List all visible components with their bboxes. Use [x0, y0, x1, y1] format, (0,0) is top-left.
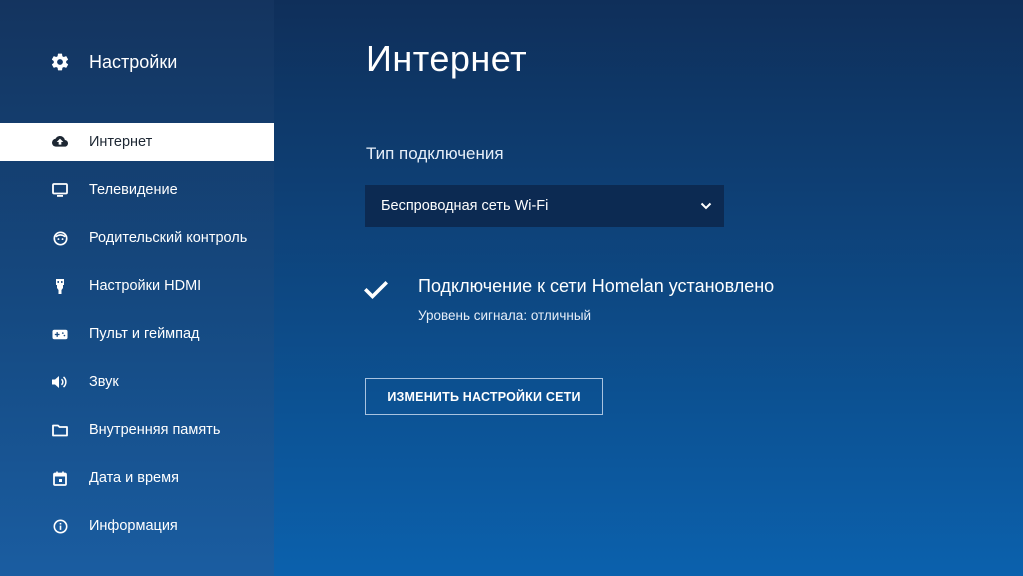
gear-icon [50, 52, 70, 72]
sidebar-item-remote-gamepad[interactable]: Пульт и геймпад [0, 315, 274, 353]
connection-type-label: Тип подключения [366, 144, 504, 163]
folder-icon [52, 422, 68, 438]
calendar-icon [52, 470, 68, 486]
hdmi-icon [52, 278, 68, 294]
sidebar-item-label: Интернет [89, 134, 153, 150]
sidebar: Настройки Интернет Телевидение Родительс… [0, 0, 274, 576]
connection-type-value: Беспроводная сеть Wi-Fi [381, 198, 549, 214]
tv-icon [52, 182, 68, 198]
page-title: Интернет [366, 38, 528, 79]
sidebar-item-label: Пульт и геймпад [89, 326, 200, 342]
sidebar-nav: Интернет Телевидение Родительский контро… [0, 123, 274, 555]
chevron-down-icon [698, 199, 714, 213]
cloud-upload-icon [52, 134, 68, 150]
sidebar-item-tv[interactable]: Телевидение [0, 171, 274, 209]
sidebar-item-label: Дата и время [89, 470, 179, 486]
sidebar-item-label: Родительский контроль [89, 230, 248, 246]
info-icon [52, 518, 68, 534]
sidebar-title: Настройки [89, 52, 178, 72]
sidebar-item-label: Настройки HDMI [89, 278, 202, 294]
gamepad-icon [52, 326, 68, 342]
sidebar-item-internet[interactable]: Интернет [0, 123, 274, 161]
sidebar-item-label: Информация [89, 518, 178, 534]
main-panel: Интернет Тип подключения Беспроводная се… [274, 0, 1023, 576]
sidebar-item-label: Телевидение [89, 182, 178, 198]
change-network-settings-button[interactable]: ИЗМЕНИТЬ НАСТРОЙКИ СЕТИ [365, 378, 603, 415]
sidebar-item-label: Звук [89, 374, 119, 390]
sidebar-header: Настройки [0, 44, 274, 80]
sidebar-item-sound[interactable]: Звук [0, 363, 274, 401]
connection-type-select[interactable]: Беспроводная сеть Wi-Fi [365, 185, 724, 227]
sidebar-item-date-time[interactable]: Дата и время [0, 459, 274, 497]
signal-level-text: Уровень сигнала: отличный [418, 308, 592, 323]
checkmark-icon [364, 280, 388, 300]
sidebar-item-label: Внутренняя память [89, 422, 221, 438]
connection-status-title: Подключение к сети Homelan установлено [418, 276, 775, 296]
sidebar-item-hdmi[interactable]: Настройки HDMI [0, 267, 274, 305]
sidebar-item-parental-control[interactable]: Родительский контроль [0, 219, 274, 257]
sidebar-item-internal-storage[interactable]: Внутренняя память [0, 411, 274, 449]
sidebar-item-info[interactable]: Информация [0, 507, 274, 545]
child-face-icon [52, 230, 68, 246]
volume-icon [52, 374, 68, 390]
